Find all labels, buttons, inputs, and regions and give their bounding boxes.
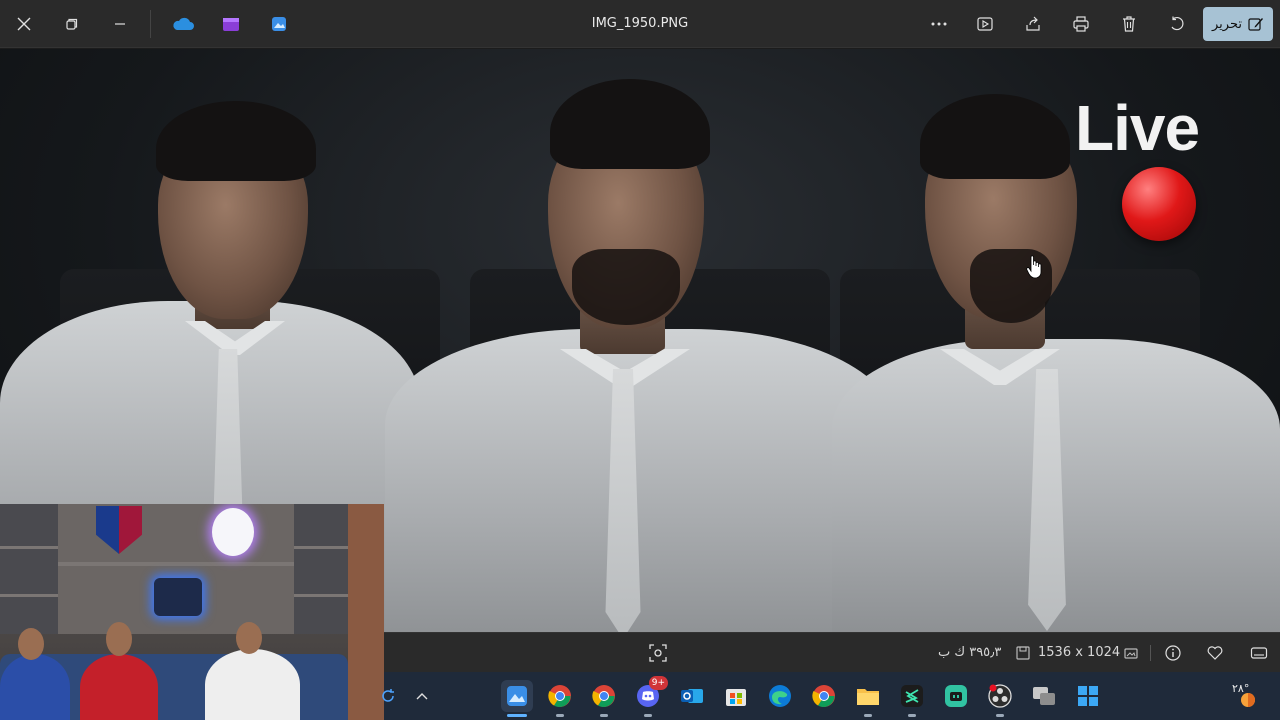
photo-info-bar: ٣٩٥٫٣ ك ب 1536 x 1024 <box>384 632 1280 672</box>
live-text: Live <box>1075 92 1200 164</box>
share-button[interactable] <box>1009 0 1057 48</box>
shelf <box>58 562 294 566</box>
taskbar-photos[interactable] <box>501 680 533 717</box>
taskbar: 9+ ٢٨° <box>382 672 1280 720</box>
webcam-head <box>106 622 132 656</box>
taskbar-edge[interactable] <box>764 680 796 712</box>
taskbar-chrome[interactable] <box>808 680 840 712</box>
running-indicator <box>996 714 1004 717</box>
streamlabs-icon <box>945 685 967 707</box>
shelf <box>0 594 58 597</box>
photos-app-button[interactable] <box>255 0 303 48</box>
taskbar-outlook[interactable] <box>676 680 708 712</box>
running-indicator <box>644 714 652 717</box>
team-logo <box>154 578 202 616</box>
rotate-icon <box>1171 16 1184 31</box>
active-indicator <box>507 714 527 717</box>
taskbar-start[interactable] <box>1072 680 1104 712</box>
taskbar-chrome-profile-2[interactable] <box>588 680 620 717</box>
weather-widget[interactable]: ٢٨° <box>1232 680 1272 712</box>
edit-button[interactable]: تحرير <box>1203 7 1273 41</box>
taskbar-capcut[interactable] <box>896 680 928 717</box>
folder-icon <box>857 689 879 705</box>
taskbar-streamlabs[interactable] <box>940 680 972 712</box>
window-title: IMG_1950.PNG <box>591 16 689 31</box>
microsoft-store-icon <box>726 689 746 706</box>
running-indicator <box>908 714 916 717</box>
obs-icon <box>988 684 1012 708</box>
slideshow-button[interactable] <box>961 0 1009 48</box>
chrome-icon <box>812 685 835 707</box>
webcam-head <box>236 622 262 654</box>
real-madrid-badge <box>212 508 254 556</box>
shelf <box>294 594 348 597</box>
shelf-right <box>294 504 348 634</box>
shelf-left <box>0 504 58 634</box>
webcam-person <box>80 654 158 720</box>
edit-image-icon <box>1248 18 1263 31</box>
shelf <box>294 546 348 549</box>
hand-cursor-icon <box>1026 255 1042 279</box>
delete-button[interactable] <box>1105 0 1153 48</box>
webcam-overlay <box>0 504 384 720</box>
title-bar: IMG_1950.PNG تحرير <box>0 0 1280 48</box>
live-dot <box>1122 167 1196 241</box>
taskbar-discord[interactable]: 9+ <box>632 676 668 717</box>
more-options-button[interactable] <box>915 0 963 48</box>
webcam-person <box>205 649 300 720</box>
onedrive-icon <box>173 17 194 30</box>
chrome-icon <box>592 685 615 707</box>
running-indicator <box>864 714 872 717</box>
close-icon <box>17 17 31 31</box>
edge-icon <box>769 685 791 707</box>
rotate-button[interactable] <box>1153 0 1201 48</box>
refresh-icon[interactable] <box>376 680 400 712</box>
taskbar-task-view[interactable] <box>1028 680 1060 712</box>
close-button[interactable] <box>0 0 48 48</box>
shelf <box>0 546 58 549</box>
print-button[interactable] <box>1057 0 1105 48</box>
divider <box>150 10 151 38</box>
webcam-person <box>0 654 70 720</box>
clipchamp-icon <box>223 18 239 31</box>
minimize-button[interactable] <box>96 0 144 48</box>
photos-icon <box>272 17 286 31</box>
image-size-icon <box>1124 648 1138 659</box>
favorite-heart-icon[interactable] <box>1206 644 1224 662</box>
video-editor-button[interactable] <box>207 0 255 48</box>
divider <box>1150 645 1151 661</box>
file-size: ٣٩٥٫٣ ك ب <box>938 645 1002 660</box>
outlook-icon <box>681 689 703 703</box>
running-indicator <box>600 714 608 717</box>
info-icon[interactable] <box>1164 644 1182 662</box>
weather-sun-icon <box>1241 693 1255 707</box>
share-icon <box>1026 16 1040 31</box>
taskbar-file-explorer[interactable] <box>852 680 884 717</box>
image-dimensions: 1536 x 1024 <box>1038 645 1121 660</box>
more-icon <box>931 22 947 26</box>
taskbar-store[interactable] <box>720 680 752 712</box>
show-hidden-icons-chevron-icon[interactable] <box>406 680 438 712</box>
webcam-head <box>18 628 44 660</box>
notification-badge: 9+ <box>648 676 668 690</box>
visual-search-icon[interactable] <box>648 643 668 663</box>
taskbar-chrome-profile-1[interactable] <box>544 680 576 717</box>
task-view-icon <box>1033 687 1055 705</box>
windows-start-icon <box>1078 686 1098 706</box>
filmstrip-icon[interactable] <box>1250 644 1268 662</box>
onedrive-button[interactable] <box>159 0 207 48</box>
capcut-icon <box>901 685 923 707</box>
photos-icon <box>507 686 527 706</box>
restore-icon <box>66 18 78 30</box>
running-indicator <box>556 714 564 717</box>
minimize-icon <box>115 23 125 25</box>
edit-label: تحرير <box>1212 16 1242 32</box>
taskbar-obs[interactable] <box>984 680 1016 717</box>
restore-button[interactable] <box>48 0 96 48</box>
trash-icon <box>1123 16 1135 32</box>
chrome-icon <box>548 685 571 707</box>
save-icon <box>1016 646 1030 660</box>
slideshow-icon <box>977 17 993 31</box>
print-icon <box>1073 16 1089 32</box>
